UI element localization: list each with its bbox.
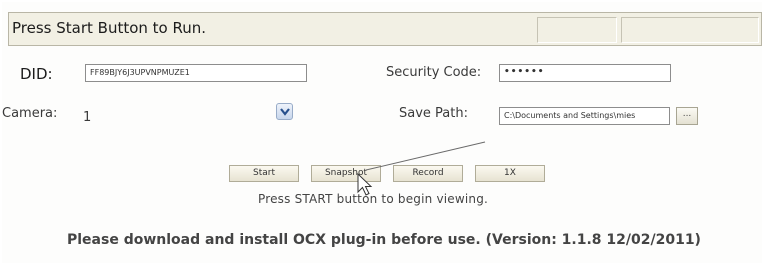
viewer-panel: Press Start Button to Run. DID: FF89BJY6… bbox=[2, 2, 762, 263]
mouse-pointer-icon bbox=[357, 172, 373, 196]
annotation-overlay bbox=[357, 141, 486, 196]
annotation-arrow-line bbox=[365, 141, 486, 171]
